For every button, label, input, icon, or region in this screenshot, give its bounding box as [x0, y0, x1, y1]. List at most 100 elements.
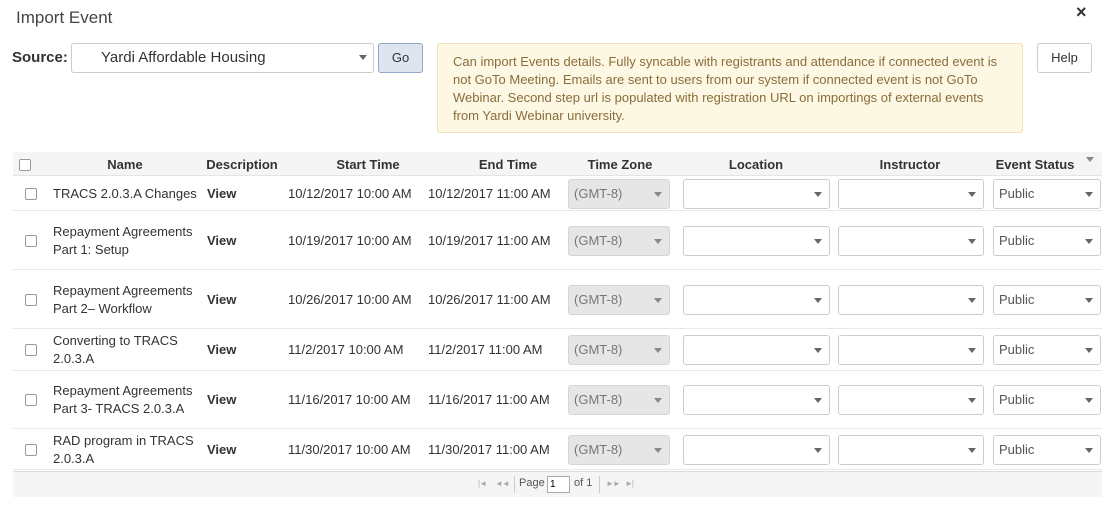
table-row: Repayment Agreements Part 3- TRACS 2.0.3… — [13, 371, 1102, 429]
go-button[interactable]: Go — [378, 43, 423, 73]
chevron-down-icon — [968, 348, 976, 353]
location-select[interactable] — [683, 435, 830, 465]
event-status-select[interactable]: Public — [993, 179, 1101, 209]
time-zone-select: (GMT-8) — [568, 226, 670, 256]
event-name: TRACS 2.0.3.A Changes — [53, 185, 197, 201]
chevron-down-icon — [359, 55, 367, 60]
instructor-select[interactable] — [838, 285, 984, 315]
source-select[interactable]: Yardi Affordable Housing — [71, 43, 374, 73]
row-checkbox[interactable] — [25, 344, 37, 356]
location-select[interactable] — [683, 226, 830, 256]
row-checkbox[interactable] — [25, 188, 37, 200]
chevron-down-icon — [968, 298, 976, 303]
instructor-select[interactable] — [838, 435, 984, 465]
pager-separator — [514, 476, 515, 493]
chevron-down-icon — [814, 298, 822, 303]
event-status-select[interactable]: Public — [993, 435, 1101, 465]
chevron-down-icon — [1085, 192, 1093, 197]
help-button[interactable]: Help — [1037, 43, 1092, 73]
table-row: RAD program in TRACS 2.0.3.A View 11/30/20… — [13, 429, 1102, 470]
location-select[interactable] — [683, 385, 830, 415]
source-label: Source: — [12, 49, 68, 66]
description-view-link[interactable]: View — [207, 233, 236, 248]
page-count: of 1 — [574, 477, 593, 489]
chevron-down-icon — [814, 348, 822, 353]
event-status-select[interactable]: Public — [993, 385, 1101, 415]
location-select[interactable] — [683, 335, 830, 365]
chevron-down-icon — [968, 398, 976, 403]
prev-page-icon[interactable]: ◄◄ — [495, 479, 510, 488]
instructor-select[interactable] — [838, 385, 984, 415]
grid-header: Name Description Start Time End Time Tim… — [13, 152, 1102, 176]
chevron-down-icon — [968, 239, 976, 244]
end-time: 10/19/2017 11:00 AM — [428, 233, 551, 248]
row-checkbox[interactable] — [25, 444, 37, 456]
description-view-link[interactable]: View — [207, 442, 236, 457]
time-zone-select: (GMT-8) — [568, 435, 670, 465]
chevron-down-icon — [814, 192, 822, 197]
description-view-link[interactable]: View — [207, 342, 236, 357]
time-zone-value: (GMT-8) — [574, 186, 623, 201]
row-checkbox[interactable] — [25, 294, 37, 306]
description-view-link[interactable]: View — [207, 292, 236, 307]
chevron-down-icon — [1085, 239, 1093, 244]
chevron-down-icon — [1085, 298, 1093, 303]
event-name: Converting to TRACS 2.0.3.A — [53, 333, 178, 366]
instructor-select[interactable] — [838, 179, 984, 209]
table-row: TRACS 2.0.3.A Changes View 10/12/2017 10:0… — [13, 176, 1102, 211]
column-menu-icon[interactable] — [1086, 157, 1094, 162]
header-event-status[interactable]: Event Status — [989, 157, 1081, 172]
time-zone-value: (GMT-8) — [574, 292, 623, 307]
event-status-select[interactable]: Public — [993, 335, 1101, 365]
time-zone-select: (GMT-8) — [568, 179, 670, 209]
header-start-time[interactable]: Start Time — [293, 157, 443, 172]
page-input[interactable] — [547, 476, 570, 493]
pager-separator — [599, 476, 600, 493]
start-time: 10/19/2017 10:00 AM — [288, 233, 412, 248]
import-notice: Can import Events details. Fully syncabl… — [437, 43, 1023, 133]
time-zone-select: (GMT-8) — [568, 385, 670, 415]
row-checkbox[interactable] — [25, 394, 37, 406]
chevron-down-icon — [968, 448, 976, 453]
event-status-select[interactable]: Public — [993, 226, 1101, 256]
end-time: 11/16/2017 11:00 AM — [428, 392, 550, 407]
pager: |◄ ◄◄ Page of 1 ►► ►| — [13, 471, 1102, 497]
header-time-zone[interactable]: Time Zone — [568, 157, 672, 172]
select-all-checkbox[interactable] — [19, 159, 31, 171]
page-label: Page — [519, 477, 545, 489]
first-page-icon[interactable]: |◄ — [478, 479, 487, 488]
chevron-down-icon — [1085, 348, 1093, 353]
header-instructor[interactable]: Instructor — [838, 157, 982, 172]
next-page-icon[interactable]: ►► — [606, 479, 621, 488]
row-checkbox[interactable] — [25, 235, 37, 247]
location-select[interactable] — [683, 285, 830, 315]
start-time: 10/26/2017 10:00 AM — [288, 292, 412, 307]
end-time: 10/26/2017 11:00 AM — [428, 292, 551, 307]
header-name[interactable]: Name — [83, 157, 167, 172]
table-row: Converting to TRACS 2.0.3.A View 11/2/2017… — [13, 329, 1102, 371]
instructor-select[interactable] — [838, 226, 984, 256]
start-time: 11/16/2017 10:00 AM — [288, 392, 411, 407]
start-time: 11/30/2017 10:00 AM — [288, 442, 411, 457]
chevron-down-icon — [814, 398, 822, 403]
header-description[interactable]: Description — [202, 157, 282, 172]
header-end-time[interactable]: End Time — [433, 157, 583, 172]
start-time: 11/2/2017 10:00 AM — [288, 342, 404, 357]
instructor-select[interactable] — [838, 335, 984, 365]
chevron-down-icon — [1085, 398, 1093, 403]
chevron-down-icon — [654, 348, 662, 353]
chevron-down-icon — [814, 448, 822, 453]
location-select[interactable] — [683, 179, 830, 209]
chevron-down-icon — [654, 239, 662, 244]
start-time: 10/12/2017 10:00 AM — [288, 186, 412, 201]
time-zone-select: (GMT-8) — [568, 285, 670, 315]
time-zone-value: (GMT-8) — [574, 392, 623, 407]
event-status-value: Public — [999, 186, 1035, 201]
description-view-link[interactable]: View — [207, 392, 236, 407]
event-name: Repayment Agreements Part 1: Setup — [53, 223, 193, 257]
description-view-link[interactable]: View — [207, 186, 236, 201]
event-status-select[interactable]: Public — [993, 285, 1101, 315]
close-icon[interactable]: × — [1076, 2, 1087, 23]
header-location[interactable]: Location — [683, 157, 829, 172]
last-page-icon[interactable]: ►| — [625, 479, 634, 488]
